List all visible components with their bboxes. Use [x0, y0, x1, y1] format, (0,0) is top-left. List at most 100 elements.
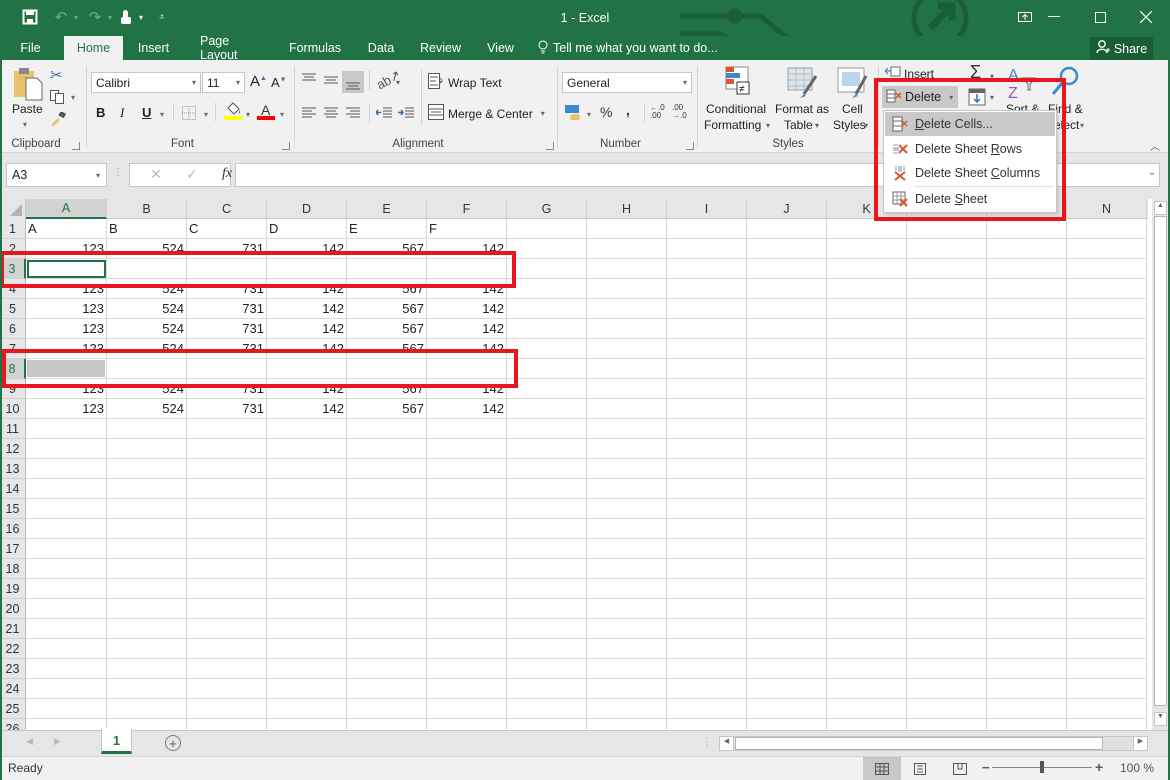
cell-F14[interactable]: [427, 479, 507, 499]
cell-H6[interactable]: [587, 319, 667, 339]
cell-G5[interactable]: [507, 299, 587, 319]
font-dialog-launcher[interactable]: [282, 142, 290, 150]
italic-button[interactable]: I: [120, 105, 124, 121]
cell-G23[interactable]: [507, 659, 587, 679]
cell-J11[interactable]: [747, 419, 827, 439]
borders-dropdown-icon[interactable]: ▾: [204, 110, 208, 119]
cell-D25[interactable]: [267, 699, 347, 719]
fill-icon[interactable]: [968, 88, 986, 109]
cell-F11[interactable]: [427, 419, 507, 439]
row-header-6[interactable]: 6: [0, 319, 26, 339]
cancel-icon[interactable]: ✕: [150, 166, 162, 183]
cell-D6[interactable]: 142: [267, 319, 347, 339]
cell-E23[interactable]: [347, 659, 427, 679]
cell-styles-label-1[interactable]: Cell: [842, 102, 863, 116]
cell-A26[interactable]: [26, 719, 107, 730]
delete-sheet-columns-item[interactable]: Delete Sheet Columns: [885, 161, 1055, 185]
cell-D19[interactable]: [267, 579, 347, 599]
cell-E15[interactable]: [347, 499, 427, 519]
cell-A20[interactable]: [26, 599, 107, 619]
select-all-button[interactable]: [0, 199, 26, 219]
cell-B1[interactable]: B: [107, 219, 187, 239]
cell-A7[interactable]: 123: [26, 339, 107, 359]
cell-K11[interactable]: [827, 419, 907, 439]
cell-A2[interactable]: 123: [26, 239, 107, 259]
zoom-level[interactable]: 100 %: [1120, 761, 1154, 775]
cell-C1[interactable]: C: [187, 219, 267, 239]
cell-A15[interactable]: [26, 499, 107, 519]
cell-A17[interactable]: [26, 539, 107, 559]
cell-I16[interactable]: [667, 519, 747, 539]
cell-E14[interactable]: [347, 479, 427, 499]
accounting-dropdown-icon[interactable]: ▾: [587, 110, 591, 119]
cell-G4[interactable]: [507, 279, 587, 299]
cell-H19[interactable]: [587, 579, 667, 599]
cell-I22[interactable]: [667, 639, 747, 659]
cell-I6[interactable]: [667, 319, 747, 339]
decrease-font-size-icon[interactable]: A▼: [271, 75, 287, 90]
cell-K20[interactable]: [827, 599, 907, 619]
font-color-dropdown-icon[interactable]: ▾: [280, 110, 284, 119]
worksheet-grid[interactable]: 1 A B C D E F 2 123 524 731 142 567 142 3 4 123 524 731 142…: [0, 219, 1148, 730]
cell-N12[interactable]: [1067, 439, 1147, 459]
cell-H22[interactable]: [587, 639, 667, 659]
share-button[interactable]: Share: [1090, 37, 1153, 60]
fill-dropdown-icon[interactable]: ▾: [990, 93, 994, 102]
cell-J15[interactable]: [747, 499, 827, 519]
cell-E20[interactable]: [347, 599, 427, 619]
cell-F17[interactable]: [427, 539, 507, 559]
cell-I18[interactable]: [667, 559, 747, 579]
borders-icon[interactable]: [182, 106, 196, 123]
cell-G1[interactable]: [507, 219, 587, 239]
cell-G6[interactable]: [507, 319, 587, 339]
cell-K22[interactable]: [827, 639, 907, 659]
cell-B25[interactable]: [107, 699, 187, 719]
cell-I23[interactable]: [667, 659, 747, 679]
cell-K12[interactable]: [827, 439, 907, 459]
cell-L21[interactable]: [907, 619, 987, 639]
cell-styles-label-2[interactable]: Styles: [833, 118, 866, 132]
cell-C19[interactable]: [187, 579, 267, 599]
cell-styles-dropdown-icon[interactable]: ▾: [864, 121, 868, 130]
alignment-dialog-launcher[interactable]: [546, 142, 554, 150]
cell-D20[interactable]: [267, 599, 347, 619]
cell-C18[interactable]: [187, 559, 267, 579]
row-header-11[interactable]: 11: [0, 419, 26, 439]
cell-G17[interactable]: [507, 539, 587, 559]
decrease-indent-icon[interactable]: [375, 106, 392, 123]
sort-filter-icon[interactable]: AZ: [1006, 64, 1038, 103]
cell-H2[interactable]: [587, 239, 667, 259]
cell-I10[interactable]: [667, 399, 747, 419]
cell-L2[interactable]: [907, 239, 987, 259]
cell-I21[interactable]: [667, 619, 747, 639]
cell-I5[interactable]: [667, 299, 747, 319]
bottom-align-icon[interactable]: [342, 71, 364, 93]
cell-L20[interactable]: [907, 599, 987, 619]
horizontal-scrollbar[interactable]: ◀ ▶: [719, 736, 1148, 751]
cell-C23[interactable]: [187, 659, 267, 679]
cell-K25[interactable]: [827, 699, 907, 719]
column-header-j[interactable]: J: [747, 199, 827, 219]
format-painter-icon[interactable]: [50, 110, 67, 129]
cell-A16[interactable]: [26, 519, 107, 539]
row-header-13[interactable]: 13: [0, 459, 26, 479]
tab-data[interactable]: Data: [358, 36, 404, 60]
cell-E7[interactable]: 567: [347, 339, 427, 359]
cell-N18[interactable]: [1067, 559, 1147, 579]
zoom-in-button[interactable]: +: [1095, 759, 1103, 775]
conditional-formatting-label-2[interactable]: Formatting: [704, 118, 761, 132]
cell-B23[interactable]: [107, 659, 187, 679]
tab-formulas[interactable]: Formulas: [282, 36, 348, 60]
cell-M11[interactable]: [987, 419, 1067, 439]
cell-E19[interactable]: [347, 579, 427, 599]
column-header-f[interactable]: F: [427, 199, 507, 219]
cell-K6[interactable]: [827, 319, 907, 339]
percent-style-button[interactable]: %: [600, 104, 612, 120]
cell-styles-icon[interactable]: [836, 66, 868, 101]
cell-K13[interactable]: [827, 459, 907, 479]
cell-M1[interactable]: [987, 219, 1067, 239]
number-format-dropdown[interactable]: General ▾: [562, 72, 692, 93]
cell-B10[interactable]: 524: [107, 399, 187, 419]
row-header-14[interactable]: 14: [0, 479, 26, 499]
cell-H11[interactable]: [587, 419, 667, 439]
